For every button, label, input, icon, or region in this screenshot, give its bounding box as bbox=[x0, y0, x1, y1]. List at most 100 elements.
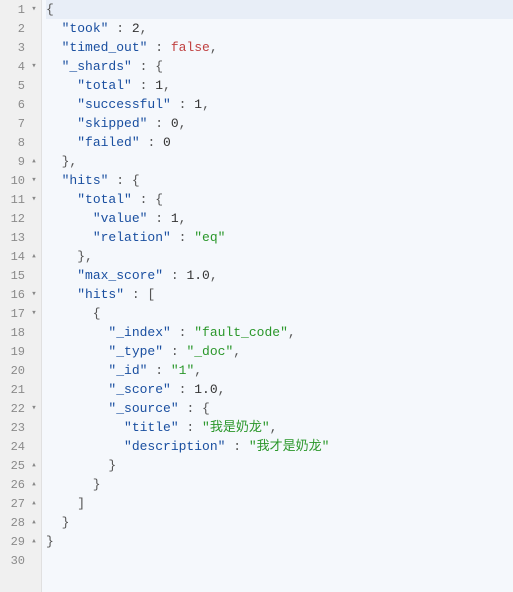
token-pn: , bbox=[218, 382, 226, 397]
fold-open-icon[interactable]: ▾ bbox=[29, 5, 39, 14]
code-line[interactable]: "_index" : "fault_code", bbox=[46, 323, 513, 342]
fold-open-icon[interactable]: ▾ bbox=[29, 290, 39, 299]
fold-open-icon[interactable]: ▾ bbox=[29, 195, 39, 204]
fold-close-icon[interactable]: ▴ bbox=[29, 157, 39, 166]
token-pn: : { bbox=[132, 59, 163, 74]
token-nm: "skipped" bbox=[77, 116, 147, 131]
gutter-line: 18 bbox=[0, 323, 41, 342]
code-line[interactable]: "_source" : { bbox=[46, 399, 513, 418]
token-nm: "_type" bbox=[108, 344, 163, 359]
code-line[interactable] bbox=[46, 551, 513, 570]
token-pn: : bbox=[171, 382, 194, 397]
token-pn bbox=[46, 420, 124, 435]
code-line[interactable]: "took" : 2, bbox=[46, 19, 513, 38]
code-line[interactable]: "relation" : "eq" bbox=[46, 228, 513, 247]
code-line[interactable]: "failed" : 0 bbox=[46, 133, 513, 152]
line-number: 17 bbox=[11, 307, 29, 321]
code-editor[interactable]: 1▾234▾56789▴10▾11▾121314▴1516▾17▾1819202… bbox=[0, 0, 513, 592]
gutter-line: 28▴ bbox=[0, 513, 41, 532]
token-pn bbox=[46, 173, 62, 188]
token-num: 2 bbox=[132, 21, 140, 36]
fold-close-icon[interactable]: ▴ bbox=[29, 518, 39, 527]
token-pn: , bbox=[233, 344, 241, 359]
code-line[interactable]: "value" : 1, bbox=[46, 209, 513, 228]
token-nm: "hits" bbox=[77, 287, 124, 302]
gutter-line: 6 bbox=[0, 95, 41, 114]
token-num: 1.0 bbox=[194, 382, 217, 397]
token-pn: , bbox=[210, 40, 218, 55]
token-nm: "timed_out" bbox=[62, 40, 148, 55]
code-line[interactable]: "skipped" : 0, bbox=[46, 114, 513, 133]
line-number: 23 bbox=[11, 421, 29, 435]
token-str: "1" bbox=[171, 363, 194, 378]
gutter-line: 4▾ bbox=[0, 57, 41, 76]
token-pn bbox=[46, 97, 77, 112]
fold-close-icon[interactable]: ▴ bbox=[29, 499, 39, 508]
line-number: 7 bbox=[18, 117, 29, 131]
code-line[interactable]: "max_score" : 1.0, bbox=[46, 266, 513, 285]
token-nm: "_score" bbox=[108, 382, 170, 397]
token-nm: "_index" bbox=[108, 325, 170, 340]
token-str: "fault_code" bbox=[194, 325, 288, 340]
code-line[interactable]: } bbox=[46, 475, 513, 494]
fold-close-icon[interactable]: ▴ bbox=[29, 252, 39, 261]
code-line[interactable]: "total" : { bbox=[46, 190, 513, 209]
code-line[interactable]: } bbox=[46, 532, 513, 551]
line-number: 8 bbox=[18, 136, 29, 150]
code-line[interactable]: "_type" : "_doc", bbox=[46, 342, 513, 361]
gutter-line: 10▾ bbox=[0, 171, 41, 190]
token-pn: }, bbox=[46, 154, 77, 169]
code-line[interactable]: "hits" : [ bbox=[46, 285, 513, 304]
token-pn: : { bbox=[132, 192, 163, 207]
gutter-line: 14▴ bbox=[0, 247, 41, 266]
code-line[interactable]: "_score" : 1.0, bbox=[46, 380, 513, 399]
code-line[interactable]: "_shards" : { bbox=[46, 57, 513, 76]
code-area[interactable]: { "took" : 2, "timed_out" : false, "_sha… bbox=[42, 0, 513, 592]
token-nm: "value" bbox=[93, 211, 148, 226]
line-number: 22 bbox=[11, 402, 29, 416]
token-pn: } bbox=[46, 515, 69, 530]
token-pn: , bbox=[288, 325, 296, 340]
fold-open-icon[interactable]: ▾ bbox=[29, 404, 39, 413]
token-pn bbox=[46, 382, 108, 397]
fold-open-icon[interactable]: ▾ bbox=[29, 176, 39, 185]
token-pn: { bbox=[46, 2, 54, 17]
line-number: 27 bbox=[11, 497, 29, 511]
gutter-line: 9▴ bbox=[0, 152, 41, 171]
fold-open-icon[interactable]: ▾ bbox=[29, 62, 39, 71]
token-pn bbox=[46, 211, 93, 226]
code-line[interactable]: "total" : 1, bbox=[46, 76, 513, 95]
line-number: 10 bbox=[11, 174, 29, 188]
code-line[interactable]: }, bbox=[46, 247, 513, 266]
code-line[interactable]: "title" : "我是奶龙", bbox=[46, 418, 513, 437]
code-line[interactable]: "hits" : { bbox=[46, 171, 513, 190]
code-line[interactable]: { bbox=[46, 304, 513, 323]
fold-open-icon[interactable]: ▾ bbox=[29, 309, 39, 318]
code-line[interactable]: "timed_out" : false, bbox=[46, 38, 513, 57]
line-number: 5 bbox=[18, 79, 29, 93]
fold-close-icon[interactable]: ▴ bbox=[29, 480, 39, 489]
code-line[interactable]: } bbox=[46, 513, 513, 532]
fold-close-icon[interactable]: ▴ bbox=[29, 537, 39, 546]
token-str: "我才是奶龙" bbox=[249, 439, 330, 454]
gutter-line: 27▴ bbox=[0, 494, 41, 513]
line-gutter: 1▾234▾56789▴10▾11▾121314▴1516▾17▾1819202… bbox=[0, 0, 42, 592]
token-pn bbox=[46, 325, 108, 340]
code-line[interactable]: } bbox=[46, 456, 513, 475]
line-number: 20 bbox=[11, 364, 29, 378]
token-pn bbox=[46, 268, 77, 283]
code-line[interactable]: "successful" : 1, bbox=[46, 95, 513, 114]
token-num: 0 bbox=[171, 116, 179, 131]
token-pn: , bbox=[194, 363, 202, 378]
code-line[interactable]: }, bbox=[46, 152, 513, 171]
token-nm: "successful" bbox=[77, 97, 171, 112]
line-number: 12 bbox=[11, 212, 29, 226]
token-pn: } bbox=[46, 477, 101, 492]
fold-close-icon[interactable]: ▴ bbox=[29, 461, 39, 470]
line-number: 28 bbox=[11, 516, 29, 530]
code-line[interactable]: "description" : "我才是奶龙" bbox=[46, 437, 513, 456]
code-line[interactable]: { bbox=[46, 0, 513, 19]
token-pn: } bbox=[46, 534, 54, 549]
code-line[interactable]: ] bbox=[46, 494, 513, 513]
code-line[interactable]: "_id" : "1", bbox=[46, 361, 513, 380]
